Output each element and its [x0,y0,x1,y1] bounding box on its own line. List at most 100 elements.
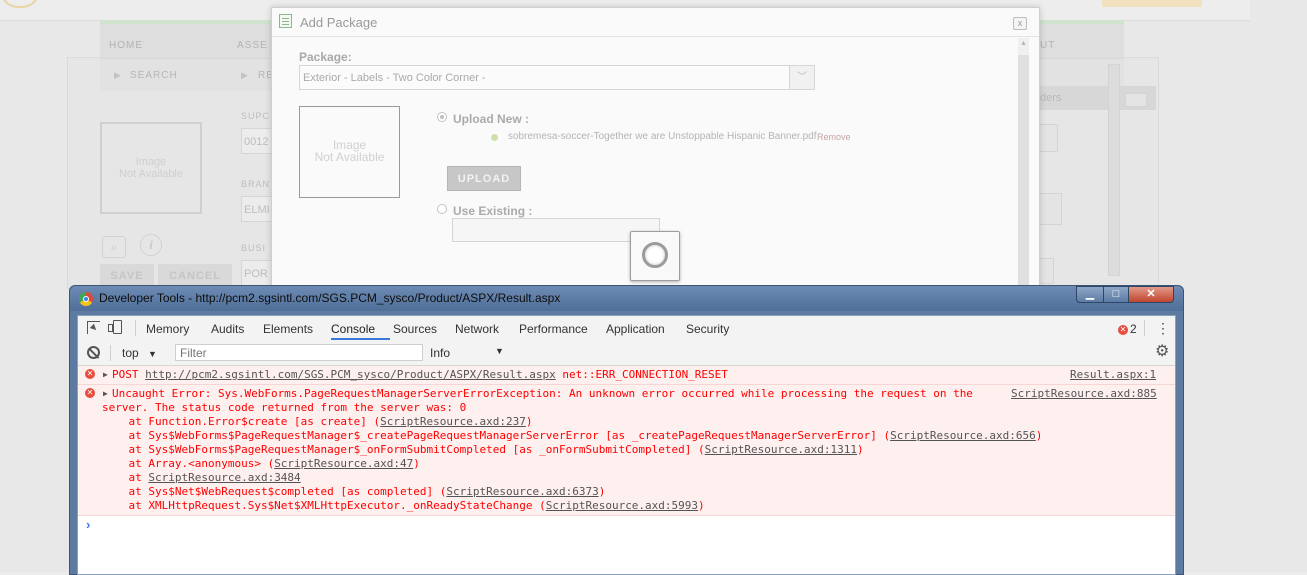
supc-label: SUPC [241,111,271,121]
message-method: POST [112,368,146,381]
source-link[interactable]: Result.aspx:1 [1070,368,1156,381]
panel-scrollbar[interactable] [1108,64,1120,276]
close-window-button[interactable]: ✕ [1128,286,1174,303]
toolbar-divider [135,320,136,336]
existing-package-select[interactable] [452,218,660,242]
stack-frame-link[interactable]: ScriptResource.axd:3484 [148,471,300,484]
tab-console[interactable]: Console [331,322,375,336]
dialog-scrollbar-thumb[interactable] [1018,55,1029,295]
save-button[interactable]: SAVE [100,264,154,286]
tab-performance[interactable]: Performance [519,322,588,336]
upload-new-radio[interactable] [437,112,447,122]
toolbar-divider [110,345,111,361]
context-select[interactable]: top ▼ [122,346,157,360]
stack-frame-close: ) [525,415,533,428]
stack-frame-link[interactable]: ScriptResource.axd:237 [380,415,526,428]
console-filter-bar: top ▼ Info ▼ ⚙ [78,341,1175,366]
stack-frame-link[interactable]: ScriptResource.axd:1311 [705,443,857,456]
error-line-2: server. The status code returned from th… [102,401,467,414]
expand-triangle-icon[interactable]: ▶ [103,370,108,379]
error-line-1: Uncaught Error: Sys.WebForms.PageRequest… [112,387,973,400]
clear-console-icon[interactable] [87,346,100,359]
minimize-button[interactable]: ▁ [1076,286,1104,303]
right-field-1[interactable] [1038,193,1062,225]
gear-icon[interactable]: ⚙ [1155,344,1169,360]
remove-file-link[interactable]: Remove [817,132,851,142]
error-icon: ✕ [1118,325,1128,335]
maximize-button[interactable]: □ [1103,286,1129,303]
toolbar-divider [1144,320,1145,336]
image-placeholder-line2: Not Available [314,150,385,164]
chevron-down-icon[interactable]: ﹀ [789,66,814,89]
close-icon[interactable]: x [1013,17,1027,30]
top-right-button[interactable] [1102,0,1202,7]
stack-frame-link[interactable]: ScriptResource.axd:5993 [546,499,698,512]
console-error-message: ✕ ▶ Uncaught Error: Sys.WebForms.PageReq… [78,385,1175,516]
devtools-window: Developer Tools - http://pcm2.sgsintl.co… [69,285,1184,575]
context-value: top [122,346,139,360]
stack-frame-close: ) [413,457,420,470]
expand-triangle-icon[interactable]: ▶ [103,389,108,398]
tab-network[interactable]: Network [455,322,499,336]
subnav-search[interactable]: SEARCH [130,70,178,81]
image-placeholder-line2: Not Available [118,168,183,180]
nav-ut[interactable]: UT [1040,40,1055,51]
devtools-titlebar[interactable]: Developer Tools - http://pcm2.sgsintl.co… [70,286,1183,311]
stack-frame-text: at Function.Error$create [as create] ( [102,415,381,428]
stack-frame-link[interactable]: ScriptResource.axd:656 [890,429,1036,442]
scroll-up-icon[interactable]: ▲ [1018,40,1029,52]
stack-frame-text: at [102,471,149,484]
error-count-badge[interactable]: ✕ 2 [1118,322,1137,336]
console-output: ✕ ▶ POST http://pcm2.sgsintl.com/SGS.PCM… [78,366,1175,574]
request-url-link[interactable]: http://pcm2.sgsintl.com/SGS.PCM_sysco/Pr… [145,368,556,381]
stack-frame-close: ) [598,485,606,498]
right-panel-label: ders [1040,92,1062,104]
image-placeholder-line1: Image [135,156,167,168]
devtools-panel: Memory Audits Elements Console Sources N… [77,315,1176,575]
use-existing-label: Use Existing : [453,204,533,218]
nav-asse[interactable]: ASSE [237,40,268,51]
tab-security[interactable]: Security [686,322,729,336]
uploaded-file-name: sobremesa-soccer-Together we are Unstopp… [508,131,817,142]
more-options-icon[interactable]: ⋮ [1156,321,1170,337]
panel-toggle-icon[interactable] [1125,93,1147,107]
devtools-tab-bar: Memory Audits Elements Console Sources N… [78,316,1175,342]
device-toolbar-icon[interactable] [108,320,122,334]
use-existing-radio[interactable] [437,204,447,214]
tab-audits[interactable]: Audits [211,322,244,336]
dropdown-arrow-icon: ▼ [148,349,157,359]
right-dropdown[interactable] [1038,124,1058,152]
right-field-2[interactable] [1038,258,1054,284]
stack-frame-link[interactable]: ScriptResource.axd:6373 [446,485,598,498]
package-select[interactable]: Exterior - Labels - Two Color Corner - ﹀ [299,65,815,90]
nav-home[interactable]: HOME [109,40,143,51]
stack-frame: at Sys$Net$WebRequest$completed [as comp… [102,485,605,498]
message-text: POST http://pcm2.sgsintl.com/SGS.PCM_sys… [112,368,728,381]
file-status-icon [491,134,498,141]
business-label: BUSI [241,243,267,253]
log-level-select[interactable]: Info [430,346,450,360]
tab-memory[interactable]: Memory [146,322,189,336]
console-prompt[interactable]: › [86,517,90,532]
console-filter-input[interactable] [175,344,423,361]
error-icon: ✕ [85,388,95,398]
inspect-element-icon[interactable] [87,321,100,334]
info-icon[interactable]: i [140,234,162,256]
brand-label: BRAN [241,179,271,189]
stack-frame-link[interactable]: ScriptResource.axd:47 [274,457,413,470]
devtools-window-title: Developer Tools - http://pcm2.sgsintl.co… [99,291,561,305]
product-image-placeholder: Image Not Available [100,122,202,214]
stack-frame-close: ) [1035,429,1043,442]
cancel-button[interactable]: CANCEL [158,264,232,286]
active-tab-indicator [331,338,390,340]
package-select-value: Exterior - Labels - Two Color Corner - [303,72,486,84]
error-icon: ✕ [85,369,95,379]
search-icon[interactable]: ⌕ [102,236,126,258]
upload-button[interactable]: UPLOAD [447,166,521,191]
spinner-ring-icon [642,242,668,268]
tab-sources[interactable]: Sources [393,322,437,336]
source-link[interactable]: ScriptResource.axd:885 [1011,387,1157,400]
dropdown-arrow-icon[interactable]: ▼ [495,346,504,356]
tab-elements[interactable]: Elements [263,322,313,336]
tab-application[interactable]: Application [606,322,665,336]
